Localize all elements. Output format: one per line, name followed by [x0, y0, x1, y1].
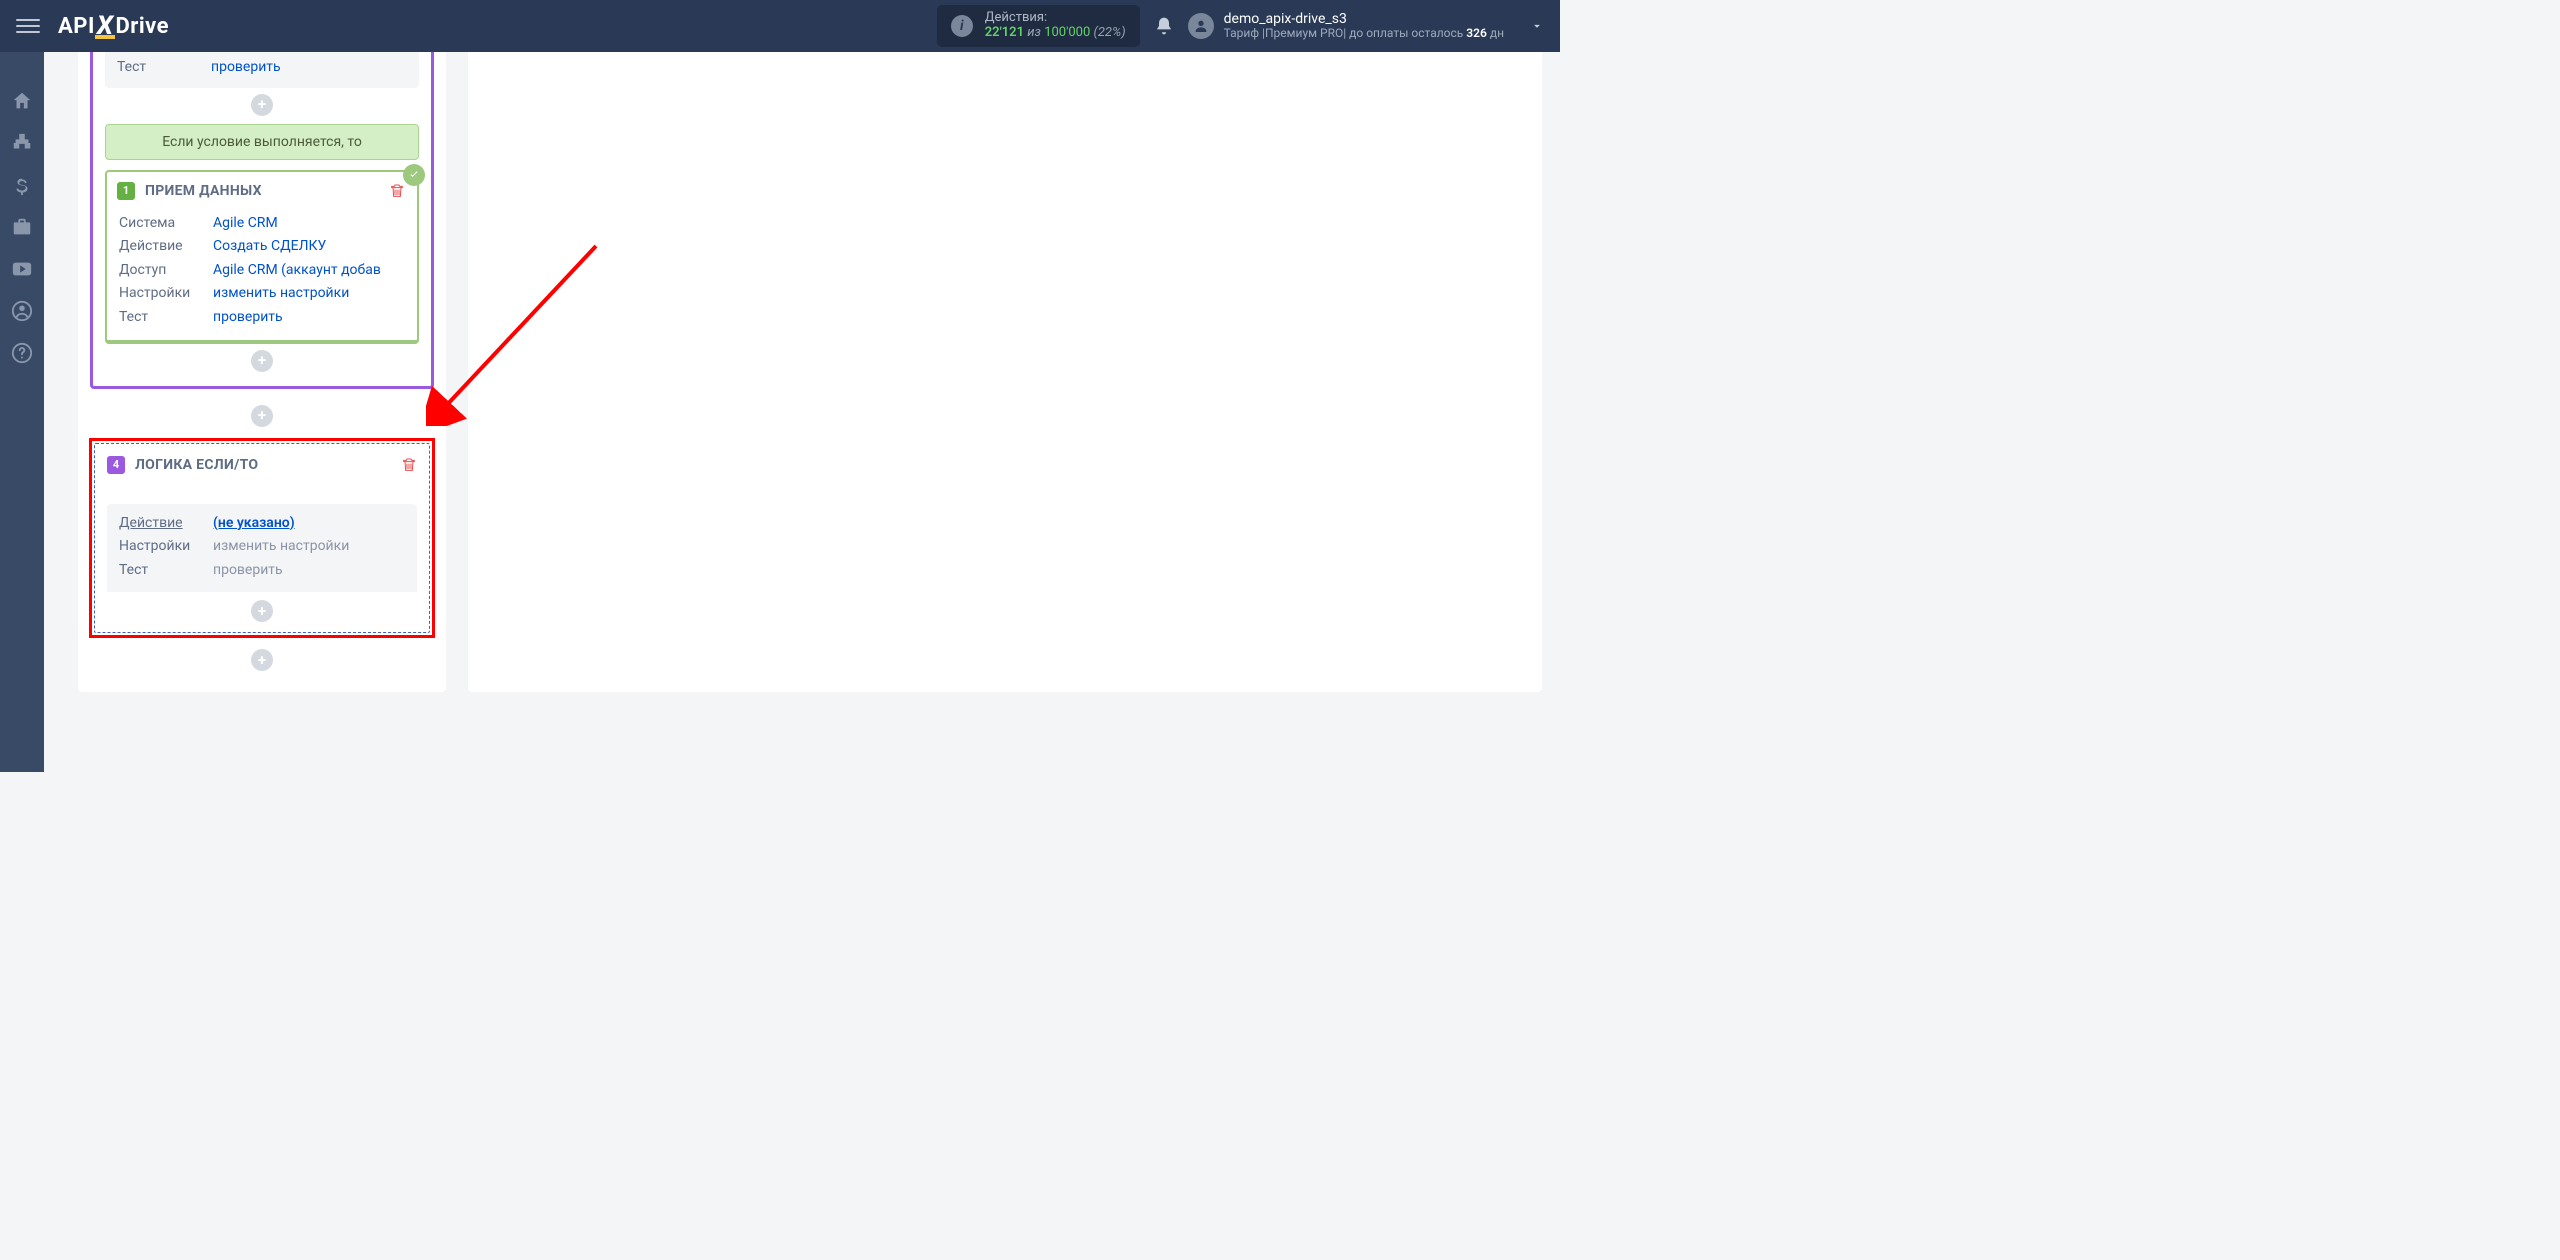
notifications-icon[interactable] — [1154, 16, 1174, 36]
workflow-panel: Тест проверить + Если условие выполняетс… — [78, 52, 446, 692]
kv-val[interactable]: проверить — [213, 308, 283, 328]
kv-key: Действие — [119, 514, 201, 534]
add-step-button[interactable]: + — [251, 350, 273, 372]
kv-val-test[interactable]: проверить — [211, 58, 281, 78]
logo[interactable]: API X Drive — [58, 11, 169, 41]
briefcase-icon[interactable] — [11, 216, 33, 238]
kv-key: Действие — [119, 237, 201, 257]
step-number-4: 4 — [107, 456, 125, 474]
add-step-button[interactable]: + — [251, 600, 273, 622]
kv-key: Настройки — [119, 284, 201, 304]
help-icon[interactable] — [11, 342, 33, 364]
delete-icon[interactable] — [401, 457, 417, 473]
kv-key: Система — [119, 214, 201, 234]
kv-val-missing[interactable]: (не указано) — [213, 514, 295, 534]
add-step-button[interactable]: + — [251, 405, 273, 427]
logo-x: X — [97, 11, 114, 41]
actions-pct: (22%) — [1094, 25, 1126, 40]
hamburger-menu[interactable] — [16, 14, 40, 38]
youtube-icon[interactable] — [11, 258, 33, 280]
user-plan: Тариф |Премиум PRO| до оплаты осталось 3… — [1224, 27, 1504, 41]
kv-key: Тест — [119, 308, 201, 328]
logo-text-drive: Drive — [115, 14, 169, 39]
kv-val[interactable]: Создать СДЕЛКУ — [213, 237, 326, 257]
user-circle-icon[interactable] — [11, 300, 33, 322]
card-data-receive: 1 ПРИЕМ ДАННЫХ Система Agile CRM Действие… — [105, 170, 419, 344]
avatar-icon — [1188, 13, 1214, 39]
kv-val[interactable]: изменить настройки — [213, 284, 349, 304]
card-partial: Тест проверить — [105, 52, 419, 88]
kv-val[interactable]: Agile CRM — [213, 214, 278, 234]
user-name: demo_apix-drive_s3 — [1224, 11, 1504, 27]
kv-key-test: Тест — [117, 58, 199, 78]
kv-key: Настройки — [119, 537, 201, 557]
kv-key: Тест — [119, 561, 201, 581]
add-step-button[interactable]: + — [251, 649, 273, 671]
condition-block: Тест проверить + Если условие выполняетс… — [90, 52, 434, 389]
info-icon: i — [951, 15, 973, 37]
condition-true-bar: Если условие выполняется, то — [105, 124, 419, 160]
actions-total: 100'000 — [1044, 25, 1090, 40]
actions-used: 22'121 — [985, 25, 1024, 40]
add-step-button[interactable]: + — [251, 94, 273, 116]
kv-val-muted: проверить — [213, 561, 283, 581]
actions-of: из — [1027, 25, 1041, 40]
card-title: ЛОГИКА ЕСЛИ/ТО — [135, 457, 258, 473]
main-content: Тест проверить + Если условие выполняетс… — [44, 52, 1560, 772]
detail-panel — [468, 52, 1542, 692]
sitemap-icon[interactable] — [11, 132, 33, 154]
dollar-icon[interactable] — [11, 174, 33, 196]
user-menu[interactable]: demo_apix-drive_s3 Тариф |Премиум PRO| д… — [1188, 11, 1544, 41]
home-icon[interactable] — [11, 90, 33, 112]
kv-val[interactable]: Agile CRM (аккаунт добав — [213, 261, 381, 281]
delete-icon[interactable] — [389, 183, 405, 199]
top-bar: API X Drive i Действия: 22'121 из 100'00… — [0, 0, 1560, 52]
kv-val-muted: изменить настройки — [213, 537, 349, 557]
card-title: ПРИЕМ ДАННЫХ — [145, 183, 262, 199]
logo-text-api: API — [58, 14, 95, 39]
step-number-1: 1 — [117, 182, 135, 200]
actions-label: Действия: — [985, 11, 1126, 26]
actions-counter[interactable]: i Действия: 22'121 из 100'000 (22%) — [937, 5, 1140, 47]
chevron-down-icon — [1530, 19, 1544, 33]
check-circle-icon — [403, 164, 425, 186]
kv-key: Доступ — [119, 261, 201, 281]
logic-card: 4 ЛОГИКА ЕСЛИ/ТО Действие (не указано) На… — [94, 443, 430, 634]
left-sidebar — [0, 52, 44, 772]
